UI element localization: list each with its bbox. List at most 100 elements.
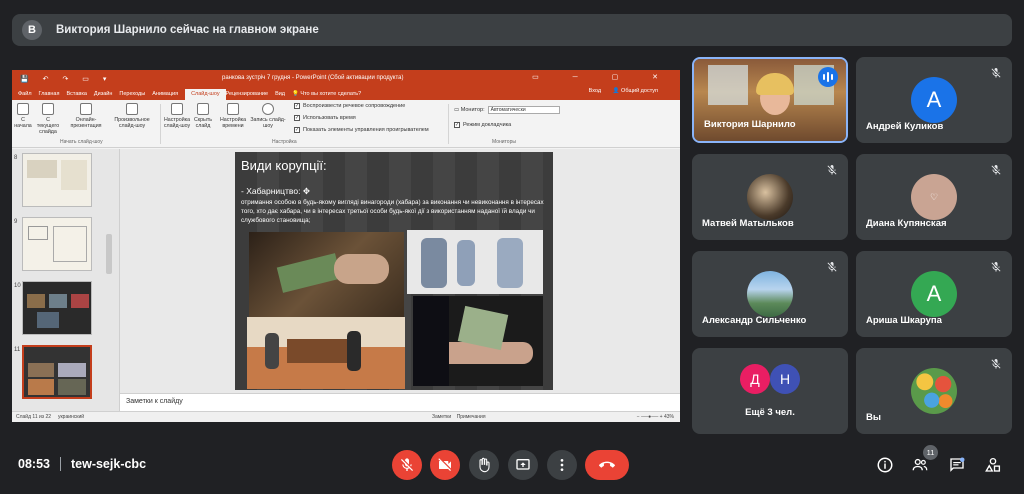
participant-tile-presenter[interactable]: Виктория Шарнило [692, 57, 848, 143]
camera-button[interactable] [430, 450, 460, 480]
custom-show-icon [126, 103, 138, 115]
monitor-icon: ▭ [454, 107, 461, 113]
tab-insert[interactable]: Вставка [66, 91, 93, 100]
group-setup-label: Настройка [272, 139, 297, 145]
mic-off-icon [991, 359, 1001, 369]
present-icon [516, 459, 530, 470]
self-tile[interactable]: Вы [856, 348, 1012, 434]
mic-off-icon [991, 165, 1001, 175]
from-current-button[interactable]: С текущего слайда [36, 103, 60, 135]
setup-slideshow-button[interactable]: Настройка слайд-шоу [162, 103, 192, 129]
tab-file[interactable]: Файл [18, 91, 39, 100]
more-vert-icon [560, 459, 564, 471]
checkbox-narration[interactable]: ✓ Воспроизвести речевое сопровождение [294, 103, 405, 109]
record-slideshow-button[interactable]: Запись слайд-шоу [250, 103, 286, 129]
slide-thumbnail-8[interactable] [22, 153, 92, 207]
start-from-beginning-button[interactable]: С начала [14, 103, 32, 129]
record-icon [262, 103, 274, 115]
participant-name: Вы [866, 412, 881, 423]
thumb-scrollbar[interactable] [106, 234, 112, 274]
participant-avatar: Д [740, 364, 770, 394]
present-screen-button[interactable] [508, 450, 538, 480]
presenting-banner: B Виктория Шарнило сейчас на главном экр… [12, 14, 1012, 46]
slide-canvas: Види корупції: - Хабарництво: ✥ отриманн… [120, 149, 680, 393]
mic-off-icon [401, 458, 413, 471]
custom-show-button[interactable]: Произвольное слайд-шоу [110, 103, 154, 129]
participant-name: Виктория Шарнило [704, 119, 796, 130]
hide-slide-button[interactable]: Скрыть слайд [192, 103, 214, 129]
checkbox-controls[interactable]: ✓ Показать элементы управления проигрыват… [294, 127, 429, 133]
comments-button[interactable]: Примечания [457, 414, 486, 420]
thumb-number: 9 [14, 219, 18, 225]
handshake-money-photo [413, 296, 543, 386]
slide-thumbnail-9[interactable] [22, 217, 92, 271]
group-start-label: Начать слайд-шоу [60, 139, 103, 145]
cursor-icon: ✥ [302, 186, 310, 196]
tab-transitions[interactable]: Переходы [119, 91, 152, 100]
more-participants-tile[interactable]: Д Н Ещё 3 чел. [692, 348, 848, 434]
participant-avatar: А [911, 77, 957, 123]
current-slide[interactable]: Види корупції: - Хабарництво: ✥ отриманн… [235, 152, 553, 390]
activities-button[interactable] [982, 454, 1004, 476]
tab-view[interactable]: Вид [275, 91, 292, 100]
participant-tile[interactable]: А Андрей Куликов [856, 57, 1012, 143]
participant-count-badge: 11 [923, 445, 938, 460]
window-controls[interactable]: ▭ ─ ▢ ✕ [532, 73, 674, 81]
language-indicator: украинский [57, 414, 85, 420]
participant-tile[interactable]: ♡ Диана Купянская [856, 154, 1012, 240]
more-options-button[interactable] [547, 450, 577, 480]
online-presentation-button[interactable]: Онлайн-презентация [68, 103, 104, 129]
tell-me-search[interactable]: 💡 Что вы хотите сделать? [292, 91, 375, 100]
slide-thumbnail-11[interactable] [22, 345, 92, 399]
participant-avatar [747, 271, 793, 317]
ribbon-tabs: Файл Главная Вставка Дизайн Переходы Ани… [12, 87, 680, 100]
ribbon-separator [448, 104, 449, 144]
call-end-icon [599, 461, 615, 468]
tab-design[interactable]: Дизайн [94, 91, 120, 100]
tab-home[interactable]: Главная [39, 91, 67, 100]
account-area[interactable]: Вход 👤 Общий доступ [589, 88, 672, 97]
participant-tile[interactable]: Александр Сильченко [692, 251, 848, 337]
share-link[interactable]: Общий доступ [621, 88, 665, 97]
monitor-select[interactable]: ▭ Монитор: Автоматически [454, 106, 560, 114]
bribe-hand-photo [249, 232, 404, 322]
speaking-indicator-icon [818, 67, 838, 87]
participant-avatar: ♡ [911, 174, 957, 220]
leave-call-button[interactable] [585, 450, 629, 480]
group-monitors-label: Мониторы [492, 139, 516, 145]
presenter-avatar: B [22, 20, 42, 40]
quick-access-toolbar[interactable]: 💾 ↶ ↷ ▭ ▾ [20, 75, 112, 83]
info-icon [877, 457, 893, 473]
camera-off-icon [438, 458, 451, 471]
chat-button[interactable] [946, 454, 968, 476]
slide-counter: Слайд 11 из 22 [16, 414, 52, 420]
slideshow-icon [42, 103, 54, 115]
checkbox-timings[interactable]: ✓ Использовать время [294, 115, 356, 121]
cartoon-soldiers-image [407, 230, 543, 294]
microphone-button[interactable] [392, 450, 422, 480]
participant-avatar: А [911, 271, 957, 317]
sign-in-link[interactable]: Вход [589, 88, 608, 97]
presenting-text: Виктория Шарнило сейчас на главном экран… [56, 24, 319, 36]
zoom-control[interactable]: − ──●── + 43% [637, 414, 674, 420]
setup-icon [171, 103, 183, 115]
clock: 08:53 [18, 457, 50, 471]
tab-animations[interactable]: Анимация [152, 91, 185, 100]
online-icon [80, 103, 92, 115]
slide-thumbnail-10[interactable] [22, 281, 92, 335]
rehearse-timings-button[interactable]: Настройка времени [218, 103, 248, 129]
slide-notes[interactable]: Заметки к слайду [120, 393, 680, 411]
raise-hand-button[interactable] [469, 450, 499, 480]
tab-review[interactable]: Рецензирование [226, 91, 275, 100]
thumb-number: 11 [14, 347, 21, 353]
notes-button[interactable]: Заметки [432, 414, 451, 420]
thumb-number: 10 [14, 283, 21, 289]
participant-tile[interactable]: А Ариша Шкарупа [856, 251, 1012, 337]
meeting-code[interactable]: tew-sejk-cbc [71, 457, 146, 471]
tab-slideshow[interactable]: Слайд-шоу [185, 89, 226, 100]
checkbox-presenter-view[interactable]: ✓ Режим докладчика [454, 122, 511, 128]
status-bar: Слайд 11 из 22 украинский Заметки Примеч… [12, 411, 680, 422]
meeting-info-button[interactable] [874, 454, 896, 476]
chat-icon [950, 457, 965, 472]
participant-tile[interactable]: Матвей Матыльков [692, 154, 848, 240]
